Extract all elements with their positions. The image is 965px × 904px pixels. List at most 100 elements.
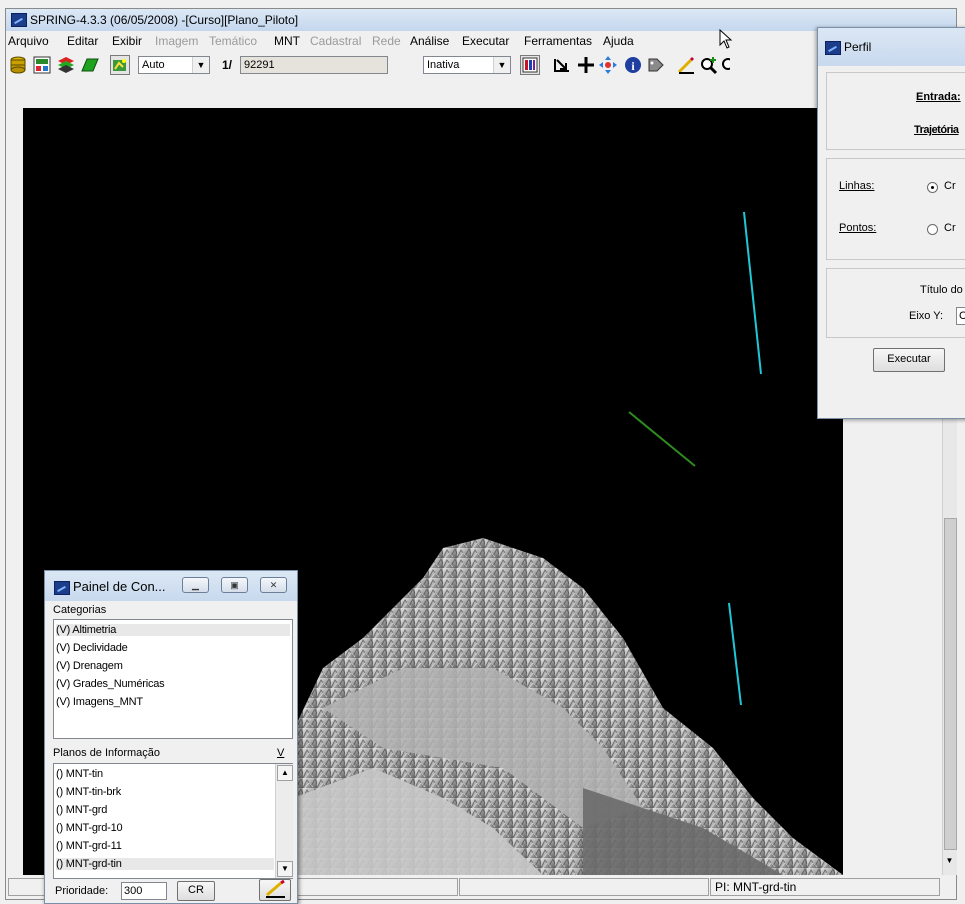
list-item[interactable]: () MNT-tin	[56, 768, 103, 780]
title-bar: SPRING-4.3.3 (06/05/2008) -[Curso][Plano…	[6, 9, 956, 31]
draw-icon[interactable]	[110, 55, 130, 75]
planes-label: Planos de Informação	[53, 747, 161, 759]
perfil-input-group: Entrada: Trajetória	[826, 72, 965, 150]
menu-ajuda[interactable]: Ajuda	[603, 34, 634, 48]
categories-label: Categorias	[53, 604, 107, 616]
pontos-option[interactable]: Cr	[944, 222, 956, 234]
close-button[interactable]: ✕	[260, 577, 287, 593]
color-table-icon[interactable]	[520, 55, 540, 75]
titulo-label: Título do	[920, 284, 963, 296]
mode-select-value: Inativa	[427, 59, 460, 71]
menu-ferramentas[interactable]: Ferramentas	[524, 34, 592, 48]
zoom-in-icon[interactable]	[699, 55, 719, 75]
scroll-up-icon[interactable]: ▲	[277, 765, 293, 781]
menu-cadastral[interactable]: Cadastral	[310, 34, 361, 48]
mouse-cursor-icon	[719, 29, 733, 49]
profile-pencil-icon[interactable]	[676, 55, 696, 75]
layers-icon[interactable]	[56, 55, 76, 75]
minimize-button[interactable]: ▁	[182, 577, 209, 593]
list-item[interactable]: () MNT-grd-11	[56, 840, 122, 852]
menu-editar[interactable]: Editar	[67, 34, 98, 48]
cursor-cross-icon[interactable]	[576, 55, 596, 75]
control-panel-window: Painel de Con... ▁ ▣ ✕ Categorias (V) Al…	[44, 570, 298, 904]
list-item[interactable]: () MNT-grd-10	[56, 822, 123, 834]
tag-icon[interactable]	[646, 55, 666, 75]
perfil-dialog: Perfil Entrada: Trajetória Linhas: Cr Po…	[817, 27, 965, 419]
menu-exibir[interactable]: Exibir	[112, 34, 142, 48]
linhas-option[interactable]: Cr	[944, 180, 956, 192]
perfil-options-group: Linhas: Cr Pontos: Cr	[826, 158, 965, 260]
scale-prefix: 1/	[222, 58, 233, 72]
perfil-app-icon	[825, 41, 841, 55]
menu-arquivo[interactable]: Arquivo	[8, 34, 49, 48]
mode-select[interactable]: Inativa ▼	[423, 56, 511, 74]
scale-input[interactable]: 92291	[240, 56, 388, 74]
list-item[interactable]: (V) Imagens_MNT	[56, 696, 143, 708]
plane-icon[interactable]	[80, 55, 100, 75]
list-item[interactable]: (V) Altimetria	[56, 624, 290, 636]
panel-app-icon	[54, 581, 70, 595]
spring-app-icon	[11, 13, 27, 27]
priority-input[interactable]: 300	[121, 882, 167, 900]
planes-list[interactable]: () MNT-tin () MNT-tin-brk () MNT-grd () …	[53, 763, 293, 879]
linhas-radio[interactable]	[927, 182, 938, 193]
linhas-label: Linhas:	[839, 180, 875, 192]
pan-icon[interactable]	[598, 55, 618, 75]
planes-scrollbar[interactable]: ▲ ▼	[275, 764, 293, 878]
scrollbar-thumb[interactable]	[944, 518, 957, 850]
minimize-icon: ▁	[192, 580, 199, 590]
menu-mnt[interactable]: MNT	[274, 34, 300, 48]
zoom-mode-value: Auto	[142, 59, 165, 71]
project-icon[interactable]	[32, 55, 52, 75]
profile-line-cyan-bottom	[728, 602, 742, 706]
edit-pencil-button[interactable]	[259, 879, 291, 901]
eixo-y-label: Eixo Y:	[909, 310, 944, 322]
database-icon[interactable]	[8, 55, 28, 75]
scale-value: 92291	[244, 59, 275, 71]
scroll-down-icon[interactable]: ▼	[277, 861, 293, 877]
list-item[interactable]: () MNT-tin-brk	[56, 786, 121, 798]
entrada-label[interactable]: Entrada:	[916, 91, 961, 103]
list-item[interactable]: () MNT-grd-tin	[56, 858, 274, 870]
window-title: SPRING-4.3.3 (06/05/2008) -[Curso][Plano…	[30, 13, 299, 27]
profile-line-green	[628, 411, 696, 467]
maximize-button[interactable]: ▣	[221, 577, 248, 593]
status-pi: PI: MNT-grd-tin	[715, 880, 797, 894]
perfil-title-bar: Perfil	[818, 28, 965, 66]
panel-title: Painel de Con...	[73, 579, 166, 594]
list-item[interactable]: () MNT-grd	[56, 804, 107, 816]
menu-tematico[interactable]: Temático	[209, 34, 257, 48]
chevron-down-icon: ▼	[493, 57, 510, 73]
pontos-radio[interactable]	[927, 224, 938, 235]
eixo-y-value: C	[959, 310, 965, 322]
planes-visibility-column[interactable]: V	[277, 747, 284, 759]
scroll-down-icon[interactable]: ▼	[944, 856, 955, 870]
perfil-title-group: Título do Eixo Y: C	[826, 268, 965, 338]
priority-label: Prioridade:	[55, 885, 109, 897]
trajetoria-label[interactable]: Trajetória	[914, 124, 959, 136]
menu-executar[interactable]: Executar	[462, 34, 509, 48]
draw-line-icon[interactable]	[552, 55, 572, 75]
zoom-mode-select[interactable]: Auto ▼	[138, 56, 210, 74]
executar-button[interactable]: Executar	[873, 348, 945, 372]
categories-list[interactable]: (V) Altimetria (V) Declividade (V) Drena…	[53, 619, 293, 739]
menu-analise[interactable]: Análise	[410, 34, 449, 48]
panel-title-bar: Painel de Con... ▁ ▣ ✕	[45, 571, 297, 601]
menu-imagem[interactable]: Imagem	[155, 34, 198, 48]
status-pi-cell: PI: MNT-grd-tin	[710, 878, 940, 896]
profile-line-cyan-top	[743, 211, 762, 375]
menu-bar: Arquivo Editar Exibir Imagem Temático MN…	[6, 31, 956, 51]
perfil-title: Perfil	[844, 40, 872, 54]
close-icon: ✕	[269, 580, 278, 590]
info-icon[interactable]: i	[623, 55, 643, 75]
toolbar: Auto ▼ 1/ 92291 Inativa ▼ i	[6, 52, 956, 78]
eixo-y-input[interactable]: C	[956, 307, 965, 325]
menu-rede[interactable]: Rede	[372, 34, 401, 48]
zoom-out-icon[interactable]	[720, 55, 730, 75]
list-item[interactable]: (V) Drenagem	[56, 660, 123, 672]
cr-button[interactable]: CR	[177, 881, 215, 901]
list-item[interactable]: (V) Declividade	[56, 642, 128, 654]
list-item[interactable]: (V) Grades_Numéricas	[56, 678, 165, 690]
pontos-label: Pontos:	[839, 222, 877, 234]
pencil-icon	[266, 879, 285, 898]
